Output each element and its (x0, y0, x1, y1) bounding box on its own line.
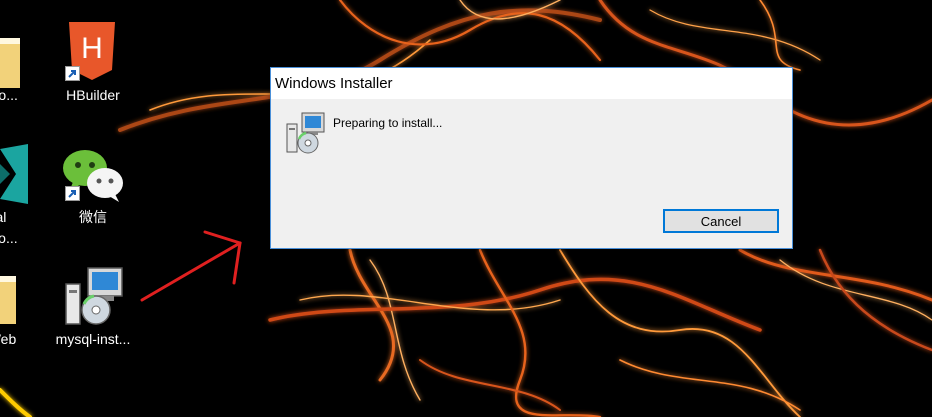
desktop-icon-label: e-to... (0, 87, 18, 103)
installer-icon (65, 267, 123, 325)
shortcut-arrow-icon (65, 186, 80, 201)
desktop-icon-label: o Co... (0, 230, 18, 246)
desktop-icon-label: ual (0, 209, 7, 225)
vscode-icon (0, 144, 28, 204)
desktop-icon-label: mysql-inst... (55, 331, 131, 347)
folder-icon (0, 38, 20, 88)
shortcut-arrow-icon (65, 66, 80, 81)
dialog-title: Windows Installer (275, 75, 393, 92)
installer-icon (286, 112, 325, 154)
desktop-icon-label: 微信 (79, 209, 107, 225)
folder-icon (0, 276, 16, 324)
red-arrow (140, 230, 242, 302)
desktop-icon-label: Web (0, 331, 17, 347)
cancel-button[interactable]: Cancel (663, 209, 779, 233)
installer-dialog: Windows Installer Preparing to install..… (270, 67, 793, 249)
dialog-titlebar[interactable]: Windows Installer (271, 68, 792, 99)
dialog-message: Preparing to install... (333, 116, 443, 130)
desktop-icon-label: HBuilder (66, 87, 120, 103)
svg-text:H: H (81, 32, 103, 65)
